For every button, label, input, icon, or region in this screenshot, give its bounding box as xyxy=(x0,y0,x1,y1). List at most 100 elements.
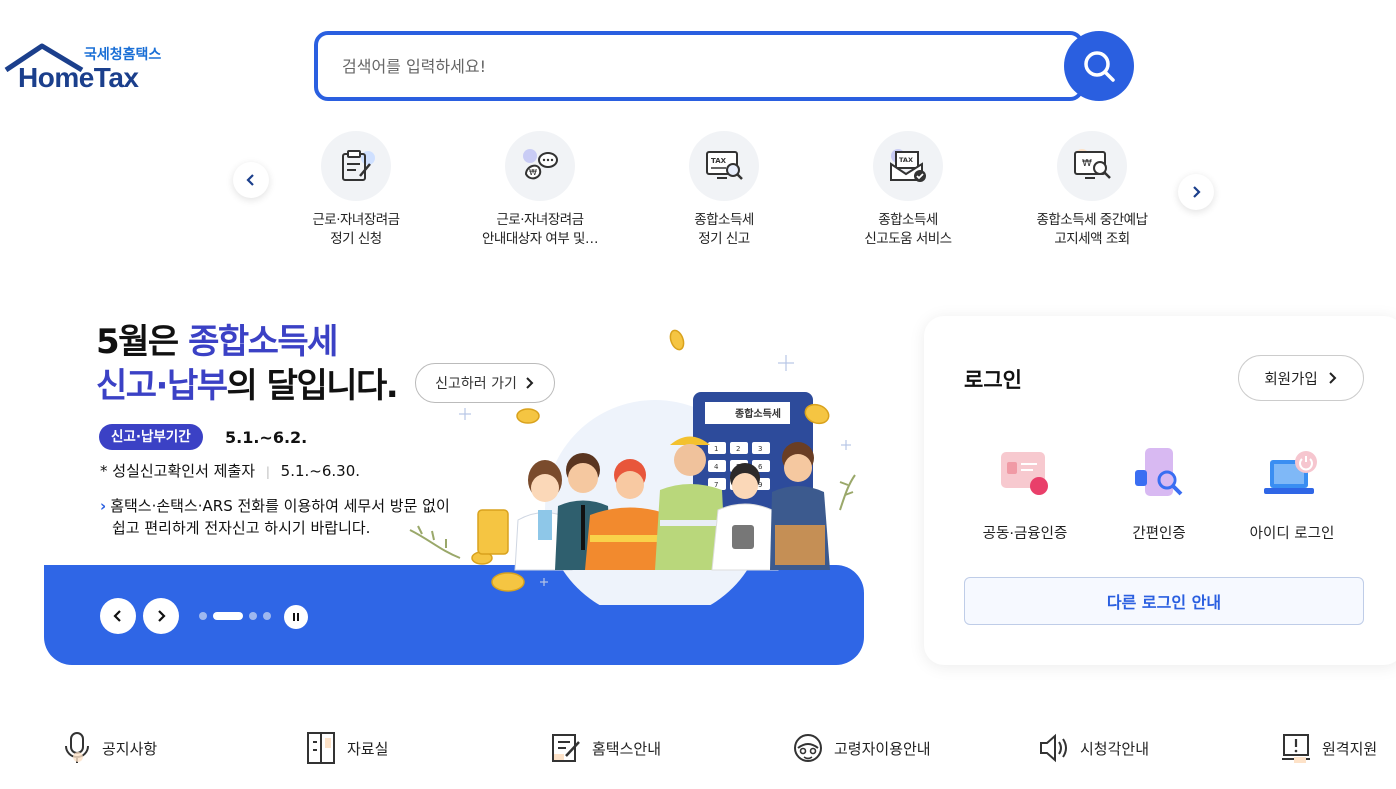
quick-menu-item[interactable]: TAX 종합소득세 정기 신고 xyxy=(629,131,819,249)
quick-menu-label-line2: 안내대상자 여부 및… xyxy=(482,231,598,247)
sub-value: 5.1.~6.30. xyxy=(280,462,361,480)
go-file-button[interactable]: 신고하러 가기 xyxy=(415,363,555,403)
search-box xyxy=(314,31,1084,101)
logo-english-text: HomeTax xyxy=(18,62,139,93)
chevron-right-icon xyxy=(1328,372,1337,384)
logo-korean-text: 국세청홈택스 xyxy=(84,47,162,63)
slide-prev-button[interactable] xyxy=(100,598,136,634)
quick-menu-item[interactable]: TAX 종합소득세 신고도움 서비스 xyxy=(813,131,1003,249)
banner-title-text: 5월은 xyxy=(96,322,189,362)
pause-icon xyxy=(293,613,299,621)
certificate-card-icon xyxy=(1001,452,1048,495)
calculator-key: 6 xyxy=(758,463,763,471)
login-option-label: 공동·금융인증 xyxy=(982,526,1068,542)
bottom-menu-label: 원격지원 xyxy=(1322,739,1378,758)
speaker-icon xyxy=(1040,733,1067,763)
slide-dot[interactable] xyxy=(199,612,207,620)
login-option-certificate[interactable]: 공동·금융인증 xyxy=(960,446,1090,543)
period-value: 5.1.~6.2. xyxy=(225,428,308,447)
monitor-search-icon: ₩ xyxy=(1057,131,1127,201)
tax-mail-icon: TAX xyxy=(873,131,943,201)
search-button[interactable] xyxy=(1064,31,1134,101)
quick-menu-label-line2: 고지세액 조회 xyxy=(1054,231,1130,247)
login-option-id[interactable]: 아이디 로그인 xyxy=(1227,446,1357,543)
bottom-menu-senior[interactable]: 고령자이용안내 xyxy=(792,730,931,766)
calculator-label: 종합소득세 xyxy=(735,407,781,420)
simple-auth-icon xyxy=(1135,448,1183,496)
quick-menu-label-line1: 종합소득세 중간예납 xyxy=(1036,212,1148,228)
quick-menu-label-line1: 종합소득세 xyxy=(878,212,938,228)
chevron-right-icon xyxy=(1193,186,1201,198)
bottom-menu-label: 공지사항 xyxy=(102,739,158,758)
id-login-laptop-icon xyxy=(1264,451,1317,494)
period-badge: 신고·납부기간 xyxy=(99,424,203,450)
svg-text:₩: ₩ xyxy=(529,168,537,177)
banner-title-highlight: 종합소득세 xyxy=(188,322,338,362)
join-label: 회원가입 xyxy=(1264,371,1318,388)
archive-icon xyxy=(307,732,335,764)
quick-menu-item[interactable]: ₩ 종합소득세 중간예납 고지세액 조회 xyxy=(997,131,1187,249)
go-file-label: 신고하러 가기 xyxy=(435,376,517,392)
login-option-label: 아이디 로그인 xyxy=(1249,526,1335,542)
quick-menu-item[interactable]: ₩ 근로·자녀장려금 안내대상자 여부 및… xyxy=(445,131,635,249)
quick-menu-label-line2: 정기 신고 xyxy=(698,231,750,247)
banner-description: › 홈택스·손택스·ARS 전화를 이용하여 세무서 방문 없이 쉽고 편리하게 … xyxy=(100,495,450,539)
banner-title-highlight: 신고·납부 xyxy=(96,366,228,406)
quick-menu-label-line2: 신고도움 서비스 xyxy=(864,231,952,247)
quick-menu-label-line1: 근로·자녀장려금 xyxy=(312,212,400,228)
slide-pause-button[interactable] xyxy=(284,605,308,629)
bottom-menu-label: 홈택스안내 xyxy=(592,739,662,758)
bottom-menu-notice[interactable]: 공지사항 xyxy=(62,730,157,766)
senior-icon xyxy=(794,734,822,762)
calculator-key: 2 xyxy=(736,445,740,453)
search-input[interactable] xyxy=(342,51,1042,81)
divider: | xyxy=(265,465,270,479)
arrow-bullet-icon: › xyxy=(100,497,107,515)
application-form-icon xyxy=(321,131,391,201)
quick-menu-label-line1: 근로·자녀장려금 xyxy=(496,212,584,228)
bottom-menu-label: 고령자이용안내 xyxy=(834,739,931,758)
sincere-report-row: * 성실신고확인서 제출자 | 5.1.~6.30. xyxy=(100,460,360,481)
sub-label: 성실신고확인서 제출자 xyxy=(112,462,256,480)
calculator-key: 1 xyxy=(714,445,718,453)
chevron-left-icon xyxy=(113,610,121,622)
calculator-key: 3 xyxy=(758,445,762,453)
slide-dot[interactable] xyxy=(249,612,257,620)
login-option-label: 간편인증 xyxy=(1132,526,1186,542)
join-button[interactable]: 회원가입 xyxy=(1238,355,1364,401)
chevron-right-icon xyxy=(526,377,534,389)
banner-title-text: 의 달입니다. xyxy=(226,366,399,406)
quick-menu-label-line1: 종합소득세 xyxy=(694,212,754,228)
guide-edit-icon xyxy=(552,734,580,762)
slide-indicator xyxy=(199,612,271,620)
banner-title: 5월은 종합소득세 신고·납부의 달입니다. xyxy=(96,320,399,408)
money-chat-icon: ₩ xyxy=(505,131,575,201)
chevron-left-icon xyxy=(246,174,254,186)
slide-next-button[interactable] xyxy=(143,598,179,634)
login-title: 로그인 xyxy=(964,368,1022,392)
login-option-simple[interactable]: 간편인증 xyxy=(1094,446,1224,543)
remote-support-icon xyxy=(1282,734,1310,763)
description-line2: 쉽고 편리하게 전자신고 하시기 바랍니다. xyxy=(112,519,371,537)
quick-menu-label-line2: 정기 신청 xyxy=(330,231,382,247)
calculator-key: 4 xyxy=(714,463,719,471)
svg-text:₩: ₩ xyxy=(1082,158,1092,169)
bottom-menu-guide[interactable]: 홈택스안내 xyxy=(550,730,661,766)
slide-dot-active[interactable] xyxy=(213,612,243,620)
bottom-menu-audiovisual[interactable]: 시청각안내 xyxy=(1038,730,1149,766)
svg-text:TAX: TAX xyxy=(899,156,913,164)
bottom-menu-archive[interactable]: 자료실 xyxy=(305,730,388,766)
bottom-menu-label: 자료실 xyxy=(347,739,389,758)
asterisk-icon: * xyxy=(100,462,108,480)
bottom-menu-label: 시청각안내 xyxy=(1080,739,1150,758)
description-line1: 홈택스·손택스·ARS 전화를 이용하여 세무서 방문 없이 xyxy=(110,497,450,515)
bottom-menu-remote[interactable]: 원격지원 xyxy=(1280,730,1377,766)
chevron-right-icon xyxy=(158,610,166,622)
quick-menu-item[interactable]: 근로·자녀장려금 정기 신청 xyxy=(261,131,451,249)
hometax-logo[interactable]: 국세청홈택스 HomeTax xyxy=(4,40,174,96)
search-icon xyxy=(1084,51,1115,82)
tax-monitor-icon: TAX xyxy=(689,131,759,201)
microphone-icon xyxy=(65,732,89,763)
other-login-button[interactable]: 다른 로그인 안내 xyxy=(964,577,1364,625)
slide-dot[interactable] xyxy=(263,612,271,620)
